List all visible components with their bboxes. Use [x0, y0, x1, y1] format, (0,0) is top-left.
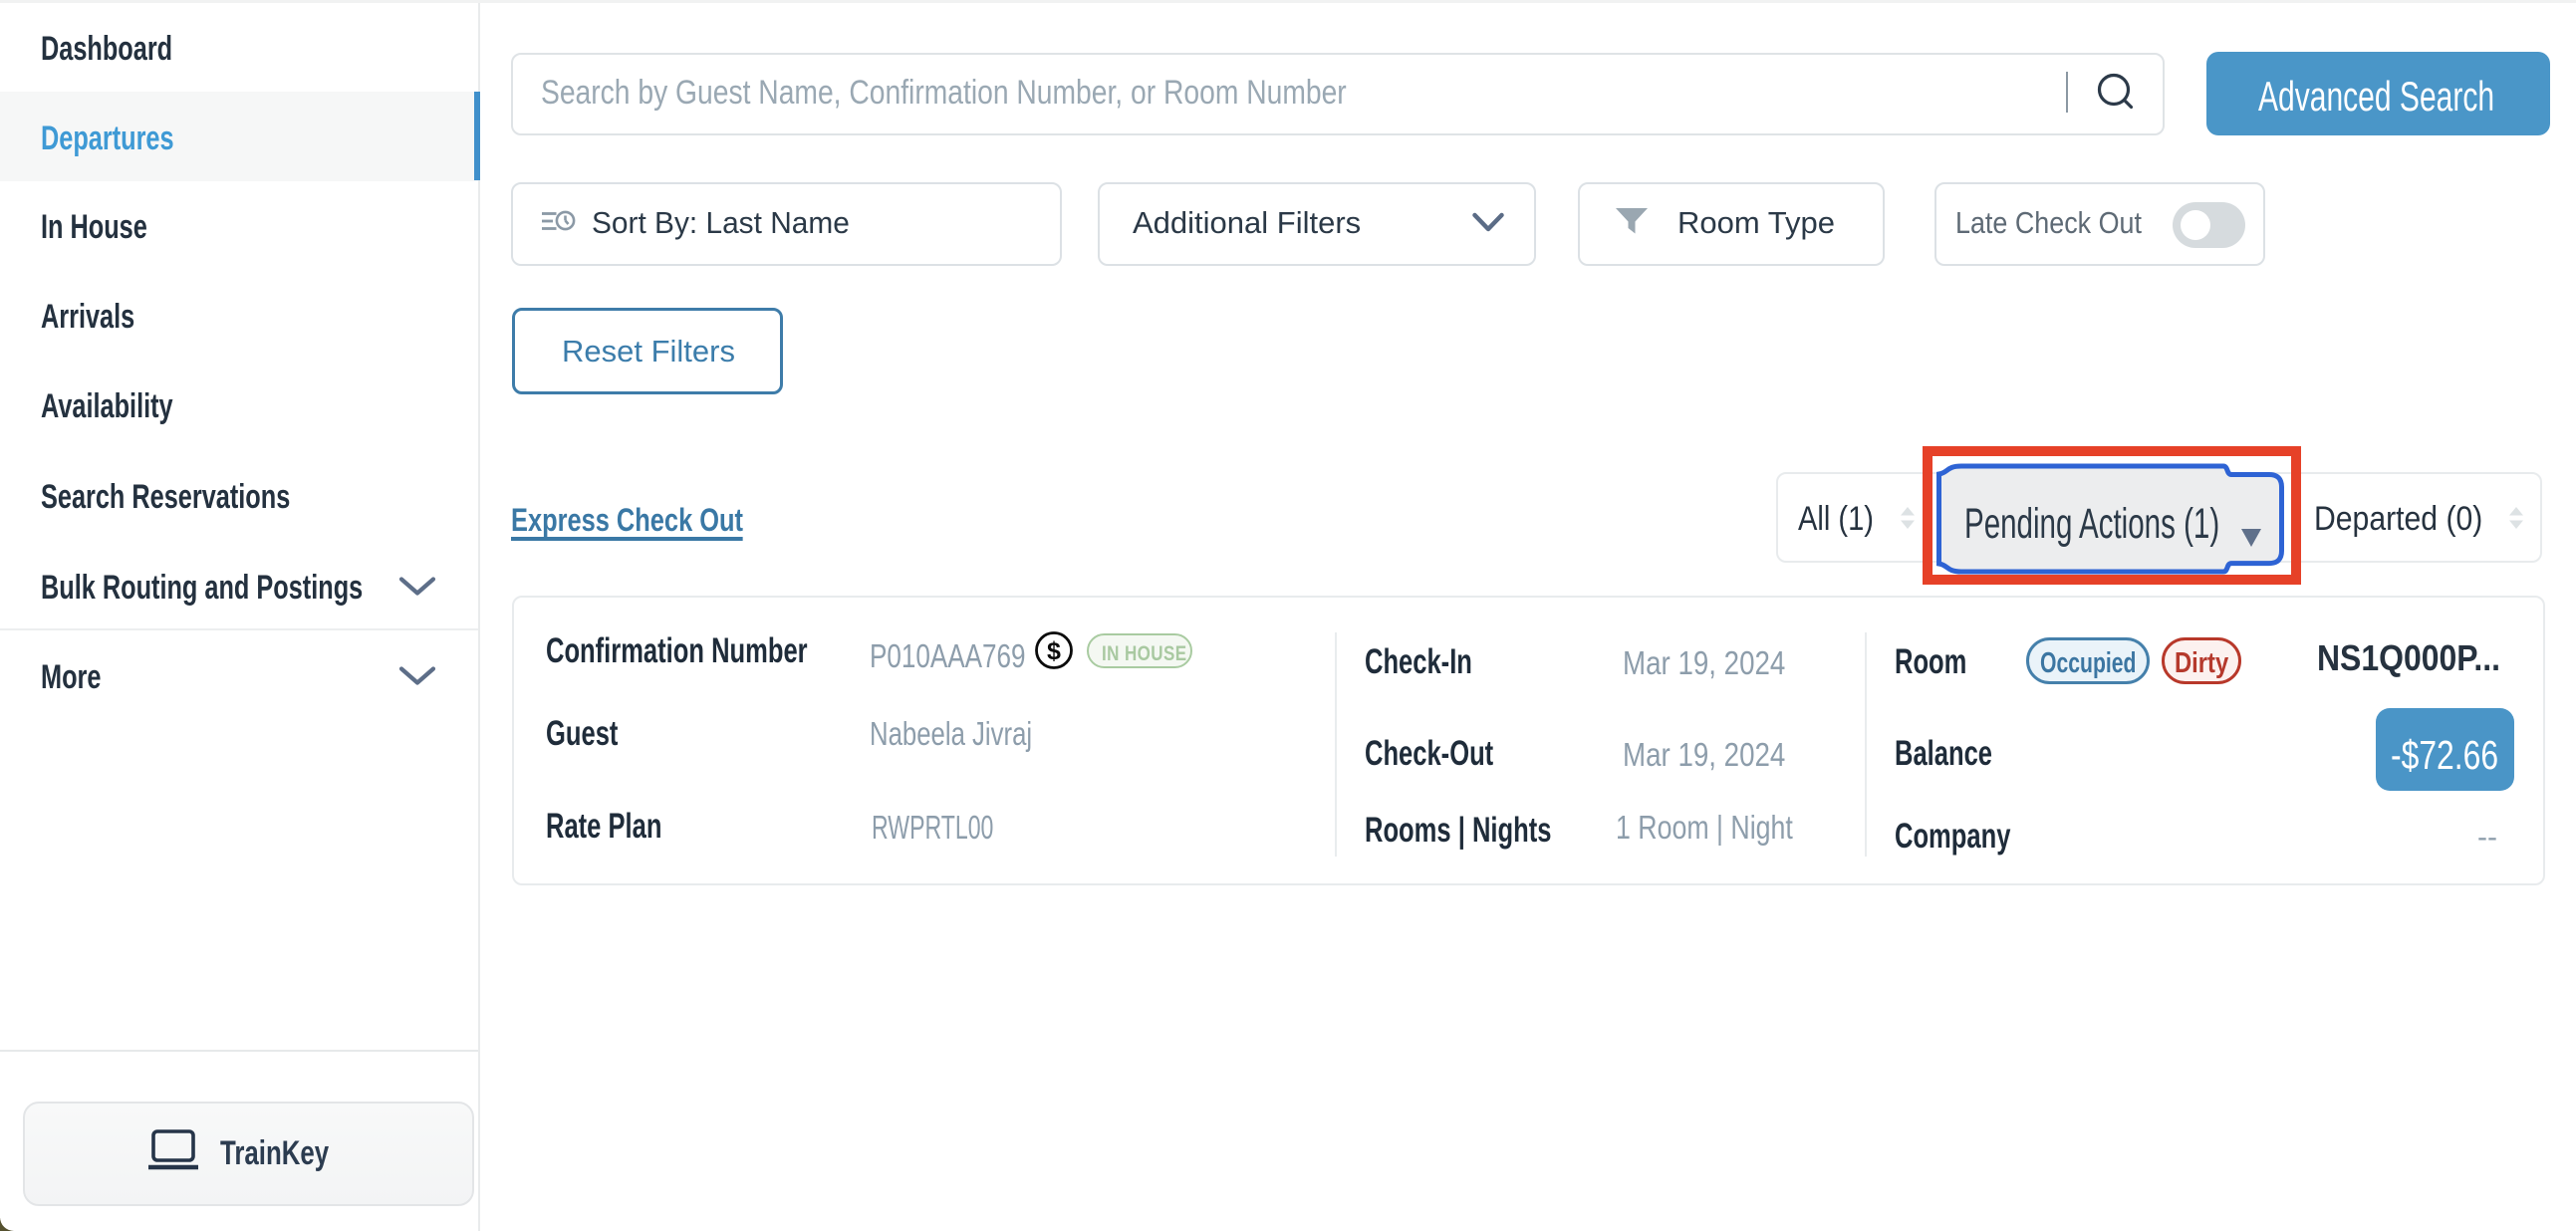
svg-text:$: $ — [1047, 637, 1061, 665]
